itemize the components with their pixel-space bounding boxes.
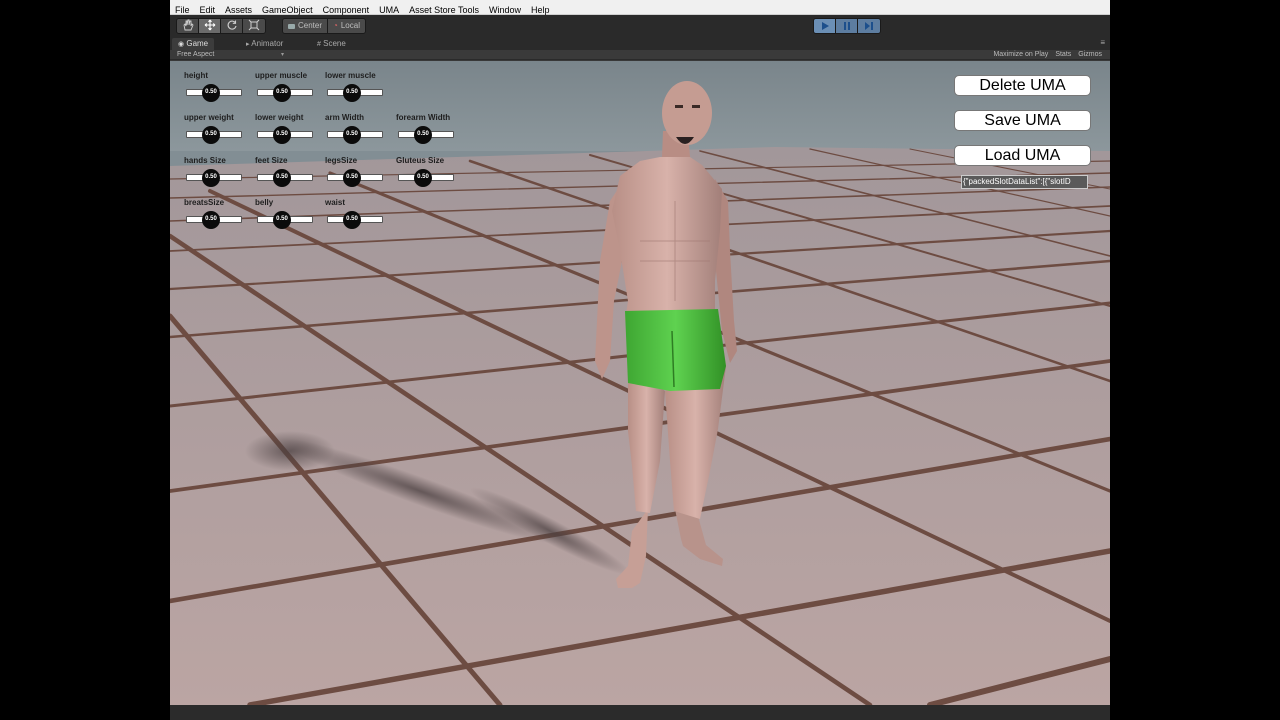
slider-label: lower muscle <box>325 71 376 80</box>
slider-label: forearm Width <box>396 113 451 122</box>
slider-breasts-size[interactable]: breatsSize 0.50 <box>184 198 254 234</box>
slider-label: waist <box>325 198 346 207</box>
slider-lower-muscle[interactable]: lower muscle 0.50 <box>325 71 395 107</box>
unity-editor-window: File Edit Assets GameObject Component UMA Asse… <box>170 0 1110 720</box>
scale-icon[interactable] <box>243 19 265 33</box>
step-icon[interactable] <box>858 19 880 33</box>
slider-value: 0.50 <box>417 131 429 137</box>
toolbar: Center ◔ Local <box>170 15 1110 37</box>
uma-data-text-field[interactable]: {"packedSlotDataList":[{"slotID <box>961 175 1088 189</box>
pivot-center-button[interactable]: Center <box>283 19 329 33</box>
pivot-tools: Center ◔ Local <box>282 18 366 34</box>
tab-game-label: Game <box>186 39 209 48</box>
pivot-icon <box>288 23 295 29</box>
slider-belly[interactable]: belly 0.50 <box>255 198 325 234</box>
animator-tab-icon: ▸ <box>246 41 250 48</box>
chevron-down-icon: ▾ <box>281 52 285 58</box>
slider-label: breatsSize <box>184 198 225 207</box>
pivot-local-label: Local <box>340 21 360 30</box>
slider-feet-size[interactable]: feet Size 0.50 <box>255 156 325 192</box>
slider-label: arm Width <box>325 113 365 122</box>
tab-game[interactable]: ◉ Game <box>172 38 215 50</box>
rotate-icon[interactable] <box>221 19 243 33</box>
slider-value: 0.50 <box>205 89 217 95</box>
tab-bar: ◉ Game ▸ Animator # Scene ≡ <box>170 37 1110 50</box>
game-view-header: Free Aspect ▾ Maximize on Play Stats Giz… <box>170 50 1110 60</box>
slider-waist[interactable]: waist 0.50 <box>325 198 395 234</box>
load-uma-button[interactable]: Load UMA <box>954 145 1091 166</box>
slider-hands-size[interactable]: hands Size 0.50 <box>184 156 254 192</box>
slider-value: 0.50 <box>346 89 358 95</box>
slider-gluteus-size[interactable]: Gluteus Size 0.50 <box>396 156 466 192</box>
pivot-center-label: Center <box>298 21 323 30</box>
delete-uma-button[interactable]: Delete UMA <box>954 75 1091 96</box>
slider-value: 0.50 <box>417 174 429 180</box>
move-icon[interactable] <box>199 19 221 33</box>
scene-tab-icon: # <box>317 41 321 48</box>
slider-label: upper muscle <box>255 71 308 80</box>
local-space-icon: ◔ <box>333 21 338 30</box>
aspect-dropdown[interactable]: Free Aspect <box>177 50 214 60</box>
slider-lower-weight[interactable]: lower weight 0.50 <box>255 113 325 149</box>
slider-label: feet Size <box>255 156 288 165</box>
transform-tools <box>176 18 266 34</box>
tab-options-icon[interactable]: ≡ <box>1100 37 1105 49</box>
slider-label: Gluteus Size <box>396 156 445 165</box>
menu-bar: File Edit Assets GameObject Component UMA Asse… <box>170 0 1110 15</box>
slider-label: belly <box>255 198 274 207</box>
status-bar <box>170 705 1110 720</box>
hand-icon[interactable] <box>177 19 199 33</box>
slider-value: 0.50 <box>276 174 288 180</box>
slider-value: 0.50 <box>205 131 217 137</box>
slider-value: 0.50 <box>346 131 358 137</box>
slider-value: 0.50 <box>205 216 217 222</box>
pivot-local-button[interactable]: ◔ Local <box>328 19 365 33</box>
slider-value: 0.50 <box>276 131 288 137</box>
playback-controls <box>813 18 881 34</box>
slider-value: 0.50 <box>205 174 217 180</box>
slider-forearm-width[interactable]: forearm Width 0.50 <box>396 113 466 149</box>
slider-value: 0.50 <box>276 89 288 95</box>
tab-animator-label: Animator <box>251 39 284 48</box>
slider-label: upper weight <box>184 113 234 122</box>
slider-upper-weight[interactable]: upper weight 0.50 <box>184 113 254 149</box>
tab-scene-label: Scene <box>323 39 346 48</box>
gizmos-toggle[interactable]: Gizmos <box>1078 50 1102 60</box>
slider-label: legsSize <box>325 156 358 165</box>
slider-value: 0.50 <box>276 216 288 222</box>
save-uma-button[interactable]: Save UMA <box>954 110 1091 131</box>
play-icon[interactable] <box>814 19 836 33</box>
stats-toggle[interactable]: Stats <box>1055 50 1071 60</box>
pause-icon[interactable] <box>836 19 858 33</box>
slider-value: 0.50 <box>346 174 358 180</box>
slider-height[interactable]: height 0.50 <box>184 71 254 107</box>
game-tab-icon: ◉ <box>178 41 185 48</box>
slider-arm-width[interactable]: arm Width 0.50 <box>325 113 395 149</box>
slider-label: height <box>184 71 208 80</box>
tab-animator[interactable]: ▸ Animator <box>240 38 289 50</box>
game-viewport[interactable]: height 0.50 upper muscle 0.50 lower musc… <box>170 61 1110 705</box>
tab-scene[interactable]: # Scene <box>311 38 352 50</box>
slider-upper-muscle[interactable]: upper muscle 0.50 <box>255 71 325 107</box>
slider-value: 0.50 <box>346 216 358 222</box>
maximize-on-play-toggle[interactable]: Maximize on Play <box>993 50 1048 60</box>
slider-label: lower weight <box>255 113 304 122</box>
slider-label: hands Size <box>184 156 226 165</box>
slider-legs-size[interactable]: legsSize 0.50 <box>325 156 395 192</box>
game-view-options: Maximize on Play Stats Gizmos <box>993 50 1102 60</box>
